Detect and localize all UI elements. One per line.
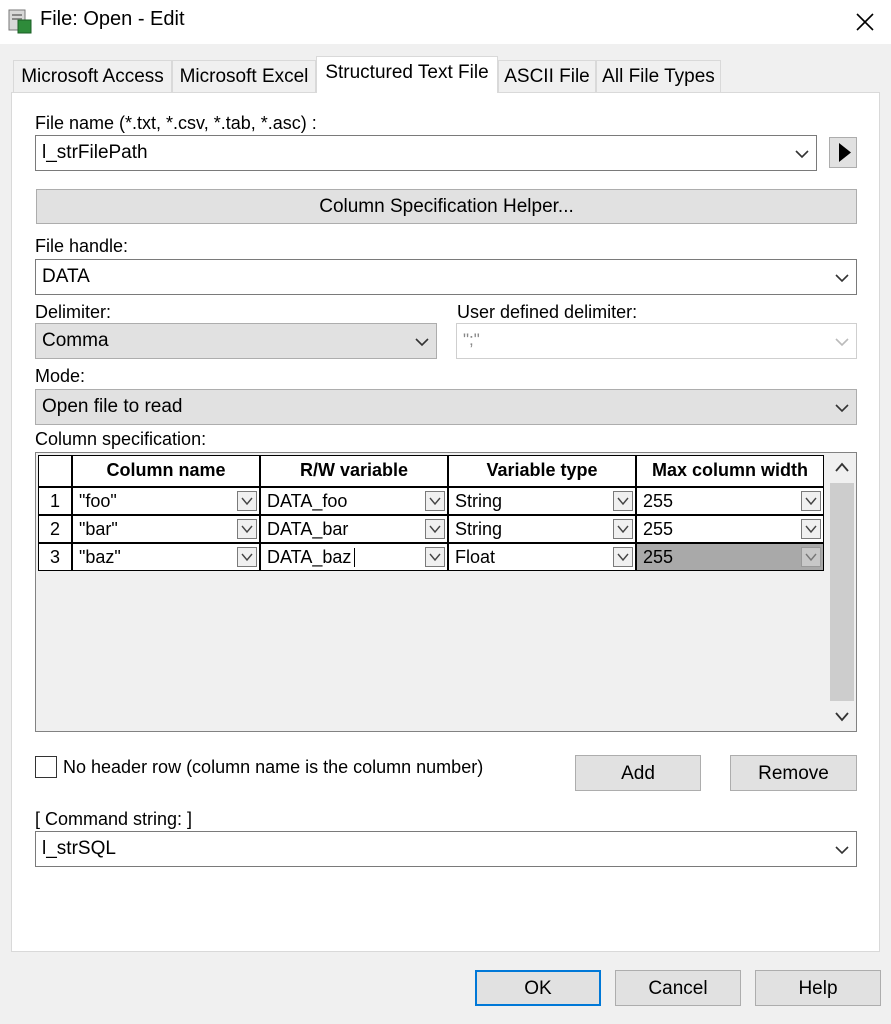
browse-arrow-button[interactable] xyxy=(829,137,857,168)
cell-text: String xyxy=(455,491,503,511)
table-cell[interactable]: DATA_bar xyxy=(260,515,448,543)
tab-ascii-file[interactable]: ASCII File xyxy=(498,60,596,92)
column-specification-grid[interactable]: Column name R/W variable Variable type M… xyxy=(35,452,857,732)
remove-button[interactable]: Remove xyxy=(730,755,857,791)
tab-microsoft-excel[interactable]: Microsoft Excel xyxy=(172,60,316,92)
scrollbar-thumb[interactable] xyxy=(830,483,854,701)
tab-microsoft-access[interactable]: Microsoft Access xyxy=(13,60,172,92)
scroll-down-icon[interactable] xyxy=(834,711,850,723)
user-defined-delimiter-combo[interactable]: ";" xyxy=(456,323,857,359)
cell-text: 255 xyxy=(643,491,674,511)
cell-text: "baz" xyxy=(79,547,121,567)
delimiter-combo[interactable]: Comma xyxy=(35,323,437,359)
chevron-down-icon[interactable] xyxy=(792,144,812,164)
chevron-down-icon[interactable] xyxy=(412,332,432,352)
file-name-label: File name (*.txt, *.csv, *.tab, *.asc) : xyxy=(35,113,317,133)
chevron-down-icon[interactable] xyxy=(613,519,633,539)
cell-text: DATA_baz xyxy=(267,547,352,567)
grid-corner-cell xyxy=(38,455,72,487)
tab-all-file-types[interactable]: All File Types xyxy=(596,60,721,92)
row-number: 2 xyxy=(38,515,72,543)
table-cell[interactable]: "baz" xyxy=(72,543,260,571)
help-button[interactable]: Help xyxy=(755,970,881,1006)
text-cursor xyxy=(354,548,355,567)
ok-button[interactable]: OK xyxy=(475,970,601,1006)
header-rw-variable: R/W variable xyxy=(260,455,448,487)
database-file-icon xyxy=(8,9,32,34)
header-column-name: Column name xyxy=(72,455,260,487)
chevron-down-icon[interactable] xyxy=(237,491,257,511)
chevron-down-icon[interactable] xyxy=(425,547,445,567)
cancel-button[interactable]: Cancel xyxy=(615,970,741,1006)
table-cell[interactable]: String xyxy=(448,515,636,543)
user-defined-delimiter-value: ";" xyxy=(463,330,480,349)
no-header-row-label: No header row (column name is the column… xyxy=(63,757,484,777)
table-cell[interactable]: 255 xyxy=(636,487,824,515)
chevron-down-icon[interactable] xyxy=(832,398,852,418)
table-cell[interactable]: String xyxy=(448,487,636,515)
row-number: 1 xyxy=(38,487,72,515)
close-icon[interactable] xyxy=(845,2,885,42)
chevron-down-icon[interactable] xyxy=(832,332,852,352)
scroll-up-icon[interactable] xyxy=(834,461,850,473)
chevron-down-icon[interactable] xyxy=(613,547,633,567)
cell-text: DATA_foo xyxy=(267,491,348,511)
file-name-value: l_strFilePath xyxy=(42,142,148,163)
table-cell[interactable]: "bar" xyxy=(72,515,260,543)
cell-text: DATA_bar xyxy=(267,519,349,539)
cell-text: "bar" xyxy=(79,519,118,539)
table-cell[interactable]: 255 xyxy=(636,515,824,543)
table-cell[interactable]: Float xyxy=(448,543,636,571)
chevron-down-icon[interactable] xyxy=(425,519,445,539)
table-cell[interactable]: DATA_baz xyxy=(260,543,448,571)
file-handle-label: File handle: xyxy=(35,236,129,256)
table-cell-selected[interactable]: 255 xyxy=(636,543,824,571)
cell-text: String xyxy=(455,519,503,539)
window-title: File: Open - Edit xyxy=(40,8,185,30)
chevron-down-icon[interactable] xyxy=(425,491,445,511)
chevron-down-icon[interactable] xyxy=(832,268,852,288)
file-name-combo[interactable]: l_strFilePath xyxy=(35,135,817,171)
chevron-down-icon[interactable] xyxy=(237,519,257,539)
command-string-value: l_strSQL xyxy=(42,838,116,859)
chevron-down-icon[interactable] xyxy=(801,519,821,539)
row-number: 3 xyxy=(38,543,72,571)
mode-combo[interactable]: Open file to read xyxy=(35,389,857,425)
cell-text: Float xyxy=(455,547,496,567)
column-specification-helper-button[interactable]: Column Specification Helper... xyxy=(36,189,857,224)
chevron-down-icon[interactable] xyxy=(832,840,852,860)
mode-label: Mode: xyxy=(35,366,86,386)
cell-text: 255 xyxy=(643,547,674,567)
table-cell[interactable]: "foo" xyxy=(72,487,260,515)
command-string-combo[interactable]: l_strSQL xyxy=(35,831,857,867)
column-specification-label: Column specification: xyxy=(35,429,207,449)
chevron-down-icon[interactable] xyxy=(237,547,257,567)
chevron-down-icon[interactable] xyxy=(613,491,633,511)
cell-text: 255 xyxy=(643,519,674,539)
tab-structured-text-file[interactable]: Structured Text File xyxy=(316,56,498,93)
header-max-column-width: Max column width xyxy=(636,455,824,487)
file-handle-combo[interactable]: DATA xyxy=(35,259,857,295)
cell-text: "foo" xyxy=(79,491,117,511)
no-header-row-checkbox[interactable] xyxy=(35,756,57,778)
header-variable-type: Variable type xyxy=(448,455,636,487)
mode-value: Open file to read xyxy=(42,396,183,417)
table-cell[interactable]: DATA_foo xyxy=(260,487,448,515)
chevron-down-icon[interactable] xyxy=(801,491,821,511)
play-arrow-icon xyxy=(839,143,851,162)
grid-vertical-scrollbar[interactable] xyxy=(828,453,856,731)
chevron-down-icon[interactable] xyxy=(801,547,821,567)
delimiter-label: Delimiter: xyxy=(35,302,112,322)
delimiter-value: Comma xyxy=(42,330,109,351)
command-string-label: [ Command string: ] xyxy=(35,809,193,829)
title-bar: File: Open - Edit xyxy=(0,0,891,44)
add-button[interactable]: Add xyxy=(575,755,701,791)
user-defined-delimiter-label: User defined delimiter: xyxy=(457,302,638,322)
file-handle-value: DATA xyxy=(42,266,90,287)
